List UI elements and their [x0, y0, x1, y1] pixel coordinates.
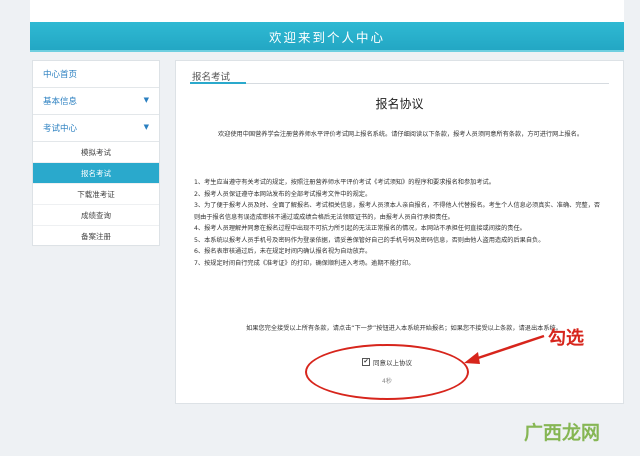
- annotation-arrow-icon: [464, 334, 545, 364]
- sidebar-subitem-register-exam[interactable]: 报名考试: [33, 163, 159, 184]
- term-item: 6、报名表审核通过后，未在规定时间内确认报名视为自动放弃。: [194, 248, 372, 255]
- sidebar-item-label: 中心首页: [43, 70, 78, 80]
- chevron-down-icon: ▼: [143, 96, 149, 104]
- tab-active-indicator: [190, 82, 246, 84]
- sidebar-item-label: 考试中心: [43, 124, 78, 134]
- sidebar-item-basic-info[interactable]: 基本信息 ▼: [33, 88, 159, 115]
- header-divider: [30, 50, 624, 52]
- term-item: 3、为了便于报考人员及时、全面了解报名、考试相关信息，报考人员须本人亲自报名，不…: [194, 202, 601, 221]
- top-bar: [30, 0, 624, 22]
- sidebar-subitem-download-ticket[interactable]: 下载准考证: [33, 184, 159, 205]
- sidebar-item-label: 基本信息: [43, 97, 78, 107]
- term-item: 1、考生应当遵守有关考试的规定，按照注册营养师水平评价考试《考试须知》的程序和要…: [194, 179, 495, 186]
- page-header: 欢迎来到个人中心: [30, 22, 624, 50]
- sidebar-subitem-filing[interactable]: 备案注册: [33, 226, 159, 247]
- tab-register-exam[interactable]: 报名考试: [192, 69, 230, 83]
- sidebar: 中心首页 基本信息 ▼ 考试中心 ▼ 模拟考试 报名考试 下载准考证 成绩查询 …: [32, 60, 160, 247]
- highlight-circle: [305, 344, 469, 400]
- term-item: 4、报考人员理解并同意在报名过程中出现不可抗力所引起的无法正常报名的情况，本网站…: [194, 225, 526, 232]
- sidebar-subitem-score-query[interactable]: 成绩查询: [33, 205, 159, 226]
- annotation-label: 勾选: [548, 328, 584, 349]
- tab-divider: [190, 83, 609, 84]
- term-item: 2、报考人员保证遵守本网站发布的全部考试报考文件中的规定。: [194, 190, 372, 198]
- watermark-logo: 广西龙网: [524, 422, 601, 444]
- agreement-intro: 欢迎使用中国营养学会注册营养师水平评价考试网上报名系统。请仔细阅读以下条款，报考…: [218, 131, 584, 138]
- term-item: 5、本系统以报考人员手机号及密码作为登录依据，请妥善保管好自己的手机号码及密码信…: [194, 236, 545, 244]
- agreement-terms: 1、考生应当遵守有关考试的规定，按照注册营养师水平评价考试《考试须知》的程序和要…: [194, 177, 606, 269]
- header-title: 欢迎来到个人中心: [268, 29, 385, 45]
- agreement-title: 报名协议: [375, 97, 424, 111]
- term-item: 7、按规定时间自行完成《准考证》的打印，确保顺利进入考场。逾期不能打印。: [194, 259, 415, 267]
- sidebar-item-home[interactable]: 中心首页: [33, 61, 159, 88]
- chevron-down-icon: ▼: [143, 123, 149, 131]
- sidebar-item-exam-center[interactable]: 考试中心 ▼: [33, 115, 159, 142]
- sidebar-subitem-mock-exam[interactable]: 模拟考试: [33, 142, 159, 163]
